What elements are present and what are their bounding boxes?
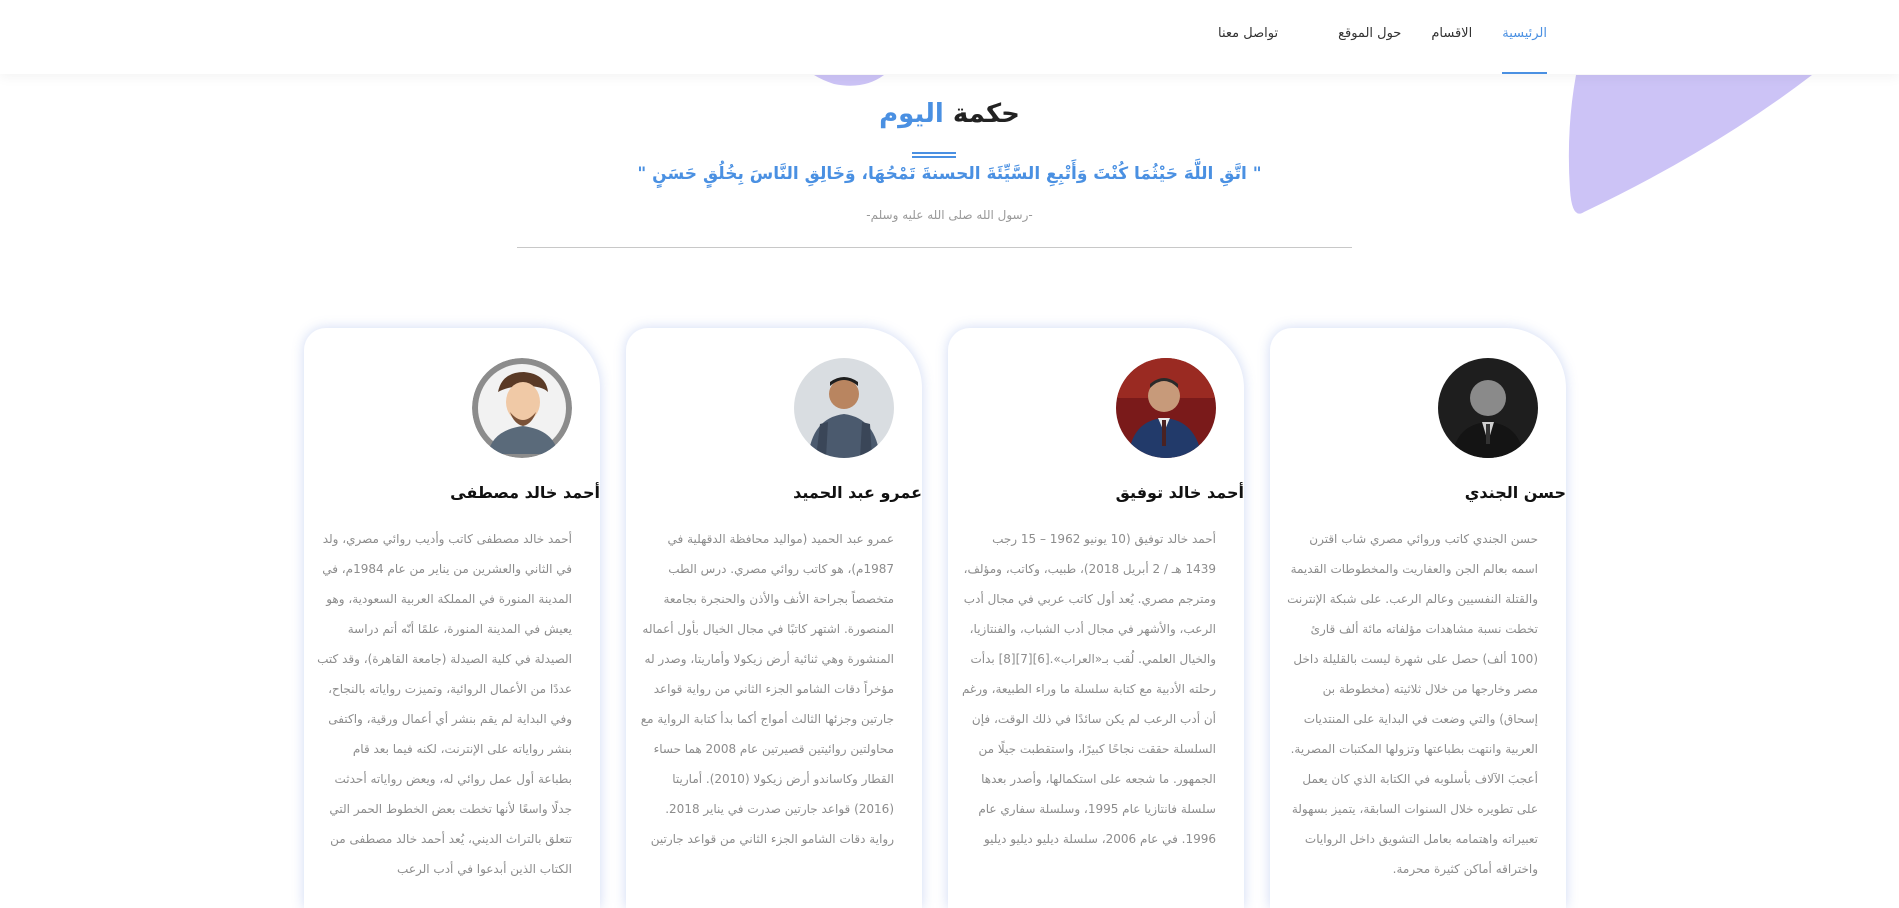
author-card[interactable]: عمرو عبد الحميد عمرو عبد الحميد (مواليد …: [626, 328, 922, 908]
author-name: عمرو عبد الحميد: [793, 483, 922, 502]
wisdom-title-accent: اليوم: [879, 99, 944, 129]
wisdom-section: حكمة اليوم " اتَّقِ اللَّهَ حَيْثُمَا كُ…: [0, 96, 1899, 248]
author-card[interactable]: حسن الجندي حسن الجندي كاتب وروائي مصري ش…: [1270, 328, 1566, 908]
author-avatar: [794, 358, 894, 458]
nav-sections[interactable]: الاقسام: [1431, 0, 1472, 74]
author-bio: عمرو عبد الحميد (مواليد محافظة الدقهلية …: [640, 532, 894, 846]
author-avatar: [1438, 358, 1538, 458]
author-card[interactable]: أحمد خالد مصطفى أحمد خالد مصطفى كاتب وأد…: [304, 328, 600, 908]
author-bio: حسن الجندي كاتب وروائي مصري شاب اقترن اس…: [1287, 532, 1538, 876]
wisdom-quote: " اتَّقِ اللَّهَ حَيْثُمَا كُنْتَ وَأَتْ…: [637, 164, 1262, 184]
top-navbar: الرئيسية الاقسام حول الموقع تواصل معنا: [0, 0, 1899, 74]
author-name: حسن الجندي: [1464, 483, 1566, 502]
wisdom-source: -رسول الله صلى الله عليه وسلم-: [866, 208, 1033, 222]
nav-menu: الرئيسية الاقسام حول الموقع تواصل معنا: [1218, 0, 1547, 74]
nav-home[interactable]: الرئيسية: [1502, 0, 1547, 74]
author-bio: أحمد خالد مصطفى كاتب وأديب روائي مصري، و…: [317, 532, 572, 876]
wisdom-title: حكمة اليوم: [0, 96, 1899, 132]
wisdom-title-main: حكمة: [952, 99, 1020, 129]
wisdom-divider: [912, 152, 956, 158]
nav-contact[interactable]: تواصل معنا: [1218, 0, 1278, 74]
authors-section: حسن الجندي حسن الجندي كاتب وروائي مصري ش…: [0, 328, 1899, 908]
author-card[interactable]: أحمد خالد توفيق أحمد خالد توفيق (10 يوني…: [948, 328, 1244, 908]
decorative-blob-right: [1568, 75, 1812, 214]
author-name: أحمد خالد توفيق: [1115, 483, 1244, 502]
author-name: أحمد خالد مصطفى: [450, 483, 600, 502]
nav-about[interactable]: حول الموقع: [1338, 0, 1401, 74]
author-avatar: [472, 358, 572, 458]
wisdom-separator: [517, 247, 1352, 248]
author-bio: أحمد خالد توفيق (10 يونيو 1962 – 15 رجب …: [961, 532, 1216, 846]
author-avatar: [1116, 358, 1216, 458]
